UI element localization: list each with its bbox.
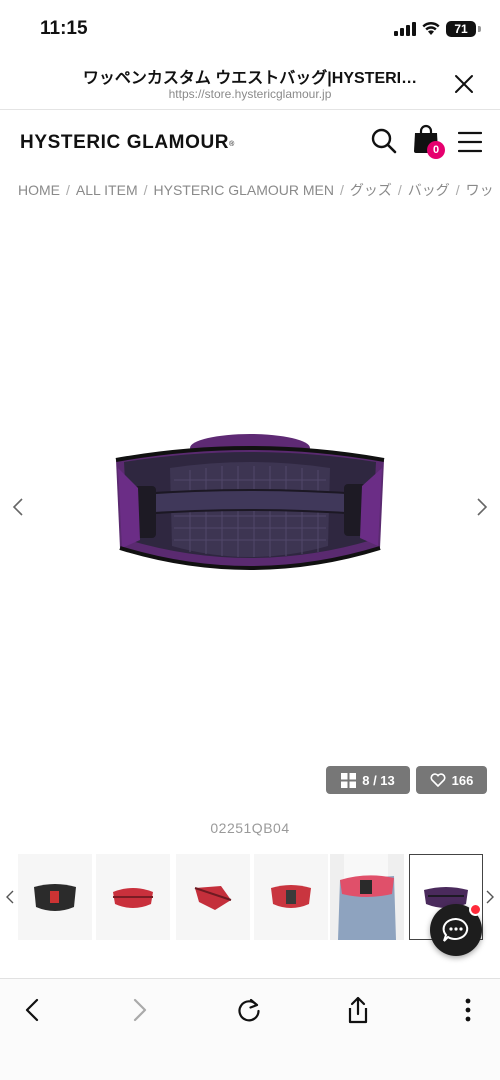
browser-toolbar <box>0 978 500 1080</box>
chat-bubble-icon <box>442 917 469 942</box>
site-header: HYSTERIC GLAMOUR® 0 <box>0 110 500 172</box>
search-icon[interactable] <box>370 127 398 155</box>
status-bar: 11:15 71 <box>0 0 500 56</box>
breadcrumb-separator: / <box>339 182 344 198</box>
breadcrumb-separator: / <box>143 182 148 198</box>
more-options-button[interactable] <box>448 995 488 1025</box>
thumbnail-1-image <box>34 884 76 911</box>
hamburger-menu-icon[interactable] <box>458 130 482 154</box>
breadcrumb-separator: / <box>397 182 402 198</box>
thumbnail-1[interactable] <box>18 854 92 940</box>
reload-icon <box>238 998 260 1022</box>
browser-header: ワッペンカスタム ウエストバッグ|HYSTERI… https://store.… <box>0 56 500 110</box>
thumbnail-2[interactable] <box>96 854 170 940</box>
browser-page: 11:15 71 ワッペンカスタム ウエストバッグ|HYSTERI… https… <box>0 0 500 1080</box>
status-time: 11:15 <box>40 18 88 39</box>
gallery-next-icon[interactable] <box>474 497 490 517</box>
reload-button[interactable] <box>229 995 269 1025</box>
product-image[interactable] <box>110 428 390 584</box>
logo-mark: ® <box>229 141 235 148</box>
heart-icon <box>430 773 446 787</box>
site-logo[interactable]: HYSTERIC GLAMOUR® <box>20 132 235 154</box>
gallery-counter[interactable]: 8 / 13 <box>326 766 410 794</box>
thumbnail-5-image <box>330 854 404 940</box>
grid-icon <box>341 772 357 788</box>
thumbnail-prev-icon[interactable] <box>5 890 15 904</box>
page-title: ワッペンカスタム ウエストバッグ|HYSTERI… <box>82 70 418 87</box>
breadcrumb-goods[interactable]: グッズ <box>350 182 392 198</box>
favorite-count: 166 <box>451 772 474 788</box>
share-icon <box>348 996 368 1024</box>
chevron-left-icon <box>25 998 39 1022</box>
battery-indicator: 71 <box>446 21 476 37</box>
thumbnail-strip <box>0 852 500 944</box>
thumbnail-3-image <box>194 886 232 910</box>
breadcrumb-separator: / <box>66 182 70 198</box>
thumbnail-5[interactable] <box>330 854 404 940</box>
thumbnail-4-image <box>271 885 311 908</box>
breadcrumb-men[interactable]: HYSTERIC GLAMOUR MEN <box>154 182 334 198</box>
thumbnail-3[interactable] <box>176 854 250 940</box>
thumbnail-next-icon[interactable] <box>485 890 495 904</box>
battery-tip <box>478 26 481 32</box>
close-icon[interactable] <box>452 72 476 96</box>
breadcrumb: HOME / ALL ITEM / HYSTERIC GLAMOUR MEN / グッズ / バ… <box>18 180 500 200</box>
logo-text: HYSTERIC GLAMOUR <box>20 132 230 153</box>
forward-button[interactable] <box>120 995 160 1025</box>
more-vertical-icon <box>465 998 471 1022</box>
cart-count-badge: 0 <box>427 141 445 159</box>
page-url[interactable]: https://store.hystericglamour.jp <box>30 87 470 101</box>
chevron-right-icon <box>133 998 147 1022</box>
breadcrumb-bag[interactable]: バッグ <box>408 182 450 198</box>
chat-notification-dot <box>469 903 482 916</box>
breadcrumb-home[interactable]: HOME <box>18 182 60 198</box>
gallery-prev-icon[interactable] <box>10 497 26 517</box>
signal-icon <box>394 22 416 36</box>
share-button[interactable] <box>338 995 378 1025</box>
product-code: 02251QB04 <box>210 820 290 836</box>
breadcrumb-all-item[interactable]: ALL ITEM <box>76 182 138 198</box>
gallery-counter-text: 8 / 13 <box>362 772 395 788</box>
favorite-button[interactable]: 166 <box>416 766 487 794</box>
wifi-icon <box>422 21 440 35</box>
breadcrumb-current: ワッ <box>465 182 494 198</box>
back-button[interactable] <box>12 995 52 1025</box>
thumbnail-4[interactable] <box>254 854 328 940</box>
breadcrumb-separator: / <box>455 182 460 198</box>
thumbnail-2-image <box>113 888 153 908</box>
